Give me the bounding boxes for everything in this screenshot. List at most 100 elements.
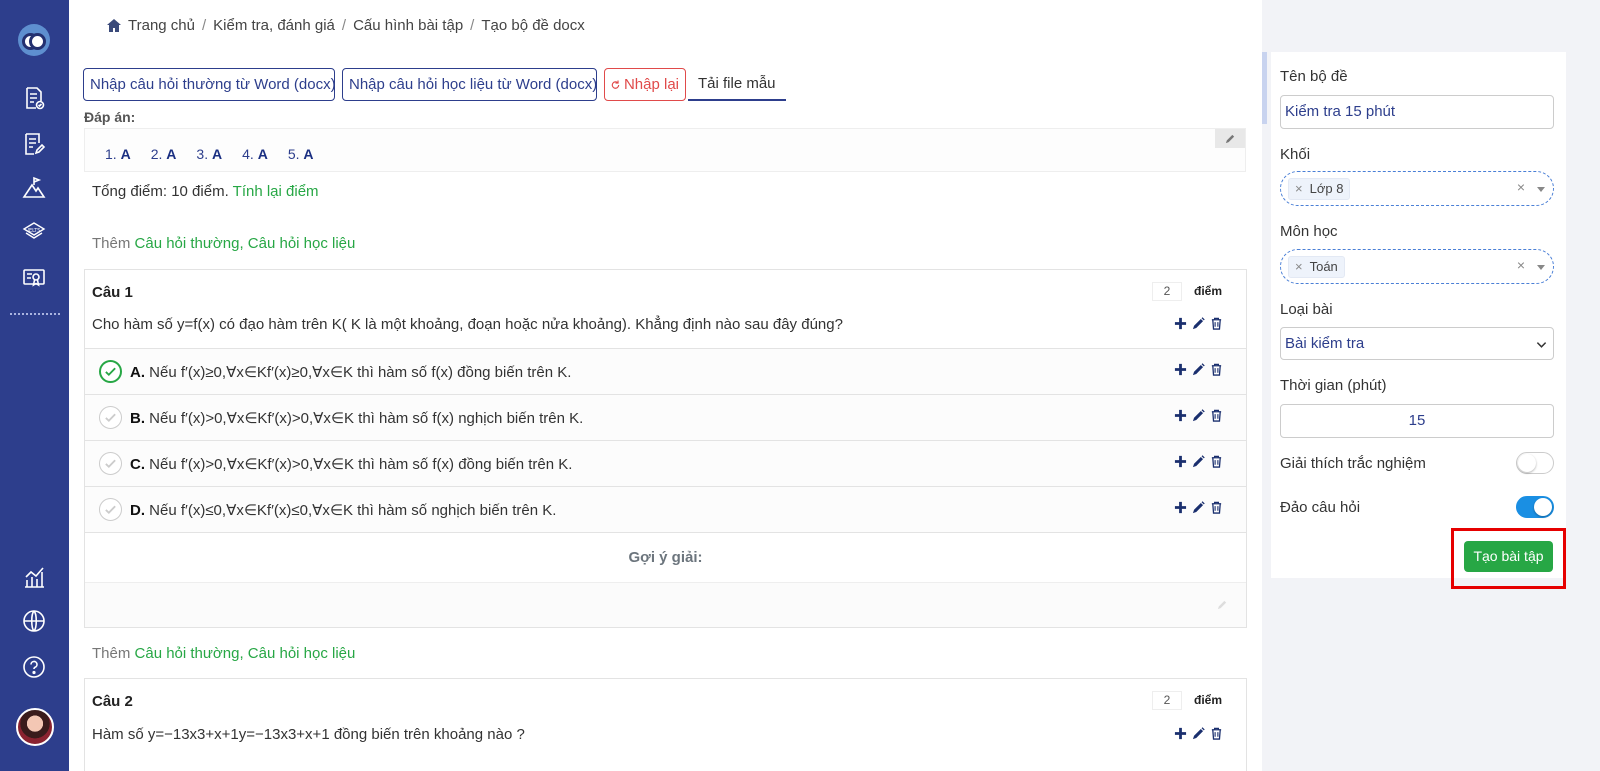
trash-icon[interactable]: [1210, 501, 1223, 514]
option-actions: [1174, 363, 1223, 376]
plus-icon[interactable]: [1174, 363, 1187, 376]
grade-label: Khối: [1280, 146, 1311, 163]
document-edit-icon[interactable]: [19, 129, 49, 159]
highlight-box: [1451, 528, 1566, 589]
remove-tag-icon[interactable]: ×: [1295, 257, 1303, 277]
explain-toggle[interactable]: [1516, 452, 1554, 474]
ielts-icon[interactable]: IELTS: [19, 218, 49, 248]
certificate-icon[interactable]: [19, 263, 49, 293]
set-name-input[interactable]: Kiểm tra 15 phút: [1280, 95, 1554, 129]
breadcrumb-item-assessment[interactable]: Kiểm tra, đánh giá: [213, 17, 335, 34]
panel-accent: [1262, 52, 1267, 124]
option-row: A. Nếu f′(x)≥0,∀x∈Kf′(x)≥0,∀x∈K thì hàm …: [85, 349, 1246, 395]
hint-body[interactable]: [85, 583, 1246, 627]
time-input[interactable]: 15: [1280, 404, 1554, 438]
option-row: D. Nếu f′(x)≤0,∀x∈Kf′(x)≤0,∀x∈K thì hàm …: [85, 487, 1246, 533]
chevron-down-icon: [1536, 342, 1547, 348]
download-template-tab[interactable]: Tải file mẫu: [688, 68, 786, 101]
import-material-button[interactable]: Nhập câu hỏi học liệu từ Word (docx): [342, 68, 597, 101]
subject-select[interactable]: × Toán ×: [1280, 249, 1554, 284]
pencil-icon[interactable]: [1192, 363, 1205, 376]
globe-icon[interactable]: [19, 606, 49, 636]
pencil-icon[interactable]: [1217, 599, 1228, 610]
recalc-score-link[interactable]: Tính lại điểm: [233, 183, 319, 200]
plus-icon[interactable]: [1174, 501, 1187, 514]
trash-icon[interactable]: [1210, 363, 1223, 376]
settings-panel: Tên bộ đề Kiểm tra 15 phút Khối × Lớp 8 ×…: [1271, 52, 1566, 578]
chevron-down-icon[interactable]: [1537, 187, 1545, 192]
question-title: Câu 2: [92, 693, 133, 710]
trash-icon[interactable]: [1210, 455, 1223, 468]
owl-logo-icon[interactable]: [18, 24, 50, 56]
check-icon: [105, 459, 116, 469]
clear-icon[interactable]: ×: [1517, 257, 1525, 273]
pencil-icon[interactable]: [1192, 727, 1205, 740]
remove-tag-icon[interactable]: ×: [1295, 179, 1303, 199]
help-icon[interactable]: [19, 652, 49, 682]
correct-answer-toggle[interactable]: [99, 406, 122, 429]
add-question-links[interactable]: Câu hỏi thường, Câu hỏi học liệu: [135, 645, 356, 662]
breadcrumb-separator: /: [201, 17, 207, 34]
reset-label: Nhập lại: [623, 76, 679, 93]
svg-text:IELTS: IELTS: [28, 228, 41, 234]
breadcrumb-item-current: Tạo bộ đề docx: [481, 17, 585, 34]
add-question-row: Thêm Câu hỏi thường, Câu hỏi học liệu: [92, 235, 355, 252]
question-header: Câu 2 2 điểm Hàm số y=−13x3+x+1y=−13x3+x…: [85, 679, 1246, 758]
points-input[interactable]: 2: [1152, 282, 1182, 301]
option-actions: [1174, 409, 1223, 422]
pencil-icon[interactable]: [1192, 455, 1205, 468]
plus-icon[interactable]: [1174, 317, 1187, 330]
plus-icon[interactable]: [1174, 409, 1187, 422]
home-icon: [107, 19, 121, 32]
edit-answers-button[interactable]: [1215, 129, 1245, 148]
trash-icon[interactable]: [1210, 317, 1223, 330]
breadcrumb: Trang chủ / Kiểm tra, đánh giá / Cấu hìn…: [107, 17, 585, 34]
grade-tag: × Lớp 8: [1288, 178, 1351, 200]
option-text: B. Nếu f′(x)>0,∀x∈Kf′(x)>0,∀x∈K thì hàm …: [130, 410, 584, 427]
option-text: A. Nếu f′(x)≥0,∀x∈Kf′(x)≥0,∀x∈K thì hàm …: [130, 364, 572, 381]
pencil-icon[interactable]: [1192, 501, 1205, 514]
trash-icon[interactable]: [1210, 727, 1223, 740]
pencil-icon[interactable]: [1192, 409, 1205, 422]
trash-icon[interactable]: [1210, 409, 1223, 422]
add-prefix: Thêm: [92, 235, 131, 252]
option-text: D. Nếu f′(x)≤0,∀x∈Kf′(x)≤0,∀x∈K thì hàm …: [130, 502, 557, 519]
name-label: Tên bộ đề: [1280, 68, 1348, 85]
type-value: Bài kiểm tra: [1285, 335, 1365, 352]
correct-answer-toggle[interactable]: [99, 498, 122, 521]
answer-item: 4. A: [242, 146, 268, 162]
points-input[interactable]: 2: [1152, 691, 1182, 710]
type-select[interactable]: Bài kiểm tra: [1280, 327, 1554, 360]
breadcrumb-home[interactable]: Trang chủ: [128, 17, 195, 34]
document-check-icon[interactable]: [19, 83, 49, 113]
reset-button[interactable]: Nhập lại: [604, 68, 686, 101]
option-row: B. Nếu f′(x)>0,∀x∈Kf′(x)>0,∀x∈K thì hàm …: [85, 395, 1246, 441]
option-actions: [1174, 455, 1223, 468]
plus-icon[interactable]: [1174, 727, 1187, 740]
grade-select[interactable]: × Lớp 8 ×: [1280, 171, 1554, 206]
check-icon: [105, 505, 116, 515]
answers-label: Đáp án:: [84, 109, 136, 125]
breadcrumb-item-config[interactable]: Cấu hình bài tập: [353, 17, 463, 34]
question-card: Câu 1 2 điểm Cho hàm số y=f(x) có đạo hà…: [84, 269, 1247, 628]
answer-item: 1. A: [105, 146, 131, 162]
shuffle-toggle[interactable]: [1516, 496, 1554, 518]
mountain-flag-icon[interactable]: [19, 173, 49, 203]
check-icon: [105, 367, 116, 377]
import-normal-button[interactable]: Nhập câu hỏi thường từ Word (docx): [83, 68, 336, 101]
subject-tag: × Toán: [1288, 256, 1345, 278]
clear-icon[interactable]: ×: [1517, 179, 1525, 195]
explain-label: Giải thích trắc nghiệm: [1280, 455, 1426, 472]
add-prefix: Thêm: [92, 645, 131, 662]
add-question-links[interactable]: Câu hỏi thường, Câu hỏi học liệu: [135, 235, 356, 252]
correct-answer-toggle[interactable]: [99, 452, 122, 475]
correct-answer-toggle[interactable]: [99, 360, 122, 383]
chevron-down-icon[interactable]: [1537, 265, 1545, 270]
plus-icon[interactable]: [1174, 455, 1187, 468]
avatar[interactable]: [16, 708, 54, 746]
pencil-icon[interactable]: [1192, 317, 1205, 330]
breadcrumb-separator: /: [470, 17, 475, 34]
total-score: Tổng điểm: 10 điểm. Tính lại điểm: [92, 183, 319, 200]
hint-title: Gợi ý giải:: [85, 533, 1246, 583]
chart-icon[interactable]: [19, 562, 49, 592]
